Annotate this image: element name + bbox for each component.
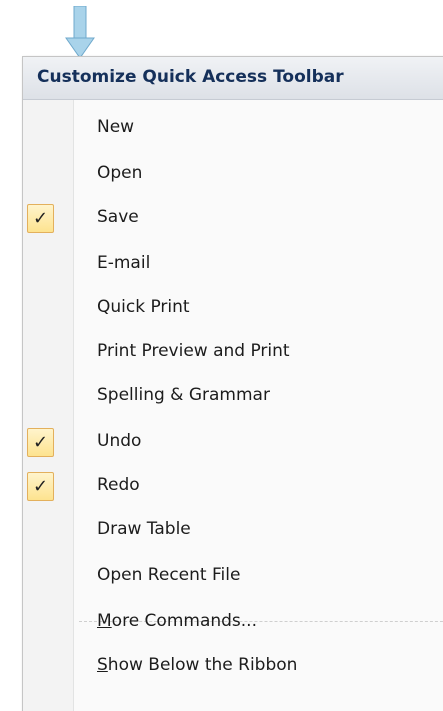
menu-item-label: Save <box>97 207 139 227</box>
mnemonic-letter: S <box>97 655 108 675</box>
menu-item-label-rest: how Below the Ribbon <box>107 655 298 675</box>
menu-item-label: Spelling & Grammar <box>97 385 270 405</box>
menu-item-print-preview[interactable]: Print Preview and Print <box>23 333 443 373</box>
menu-item-save[interactable]: ✓ Save <box>23 199 443 239</box>
screenshot-stage: Customize Quick Access Toolbar New Open … <box>0 0 443 711</box>
menu-item-label: Undo <box>97 431 142 451</box>
menu-item-undo[interactable]: ✓ Undo <box>23 423 443 463</box>
menu-item-label: Open <box>97 163 143 183</box>
menu-item-label: Draw Table <box>97 519 191 539</box>
menu-item-quick-print[interactable]: Quick Print <box>23 289 443 329</box>
menu-item-label: Show Below the Ribbon <box>97 655 297 675</box>
menu-item-label: Quick Print <box>97 297 190 317</box>
menu-item-redo[interactable]: ✓ Redo <box>23 467 443 507</box>
menu-item-label: Open Recent File <box>97 565 241 585</box>
menu-item-label: New <box>97 117 135 137</box>
menu-item-draw-table[interactable]: Draw Table <box>23 511 443 551</box>
menu-title: Customize Quick Access Toolbar <box>37 67 344 87</box>
customize-quick-access-toolbar-menu: Customize Quick Access Toolbar New Open … <box>22 56 443 711</box>
menu-item-new[interactable]: New <box>23 109 443 149</box>
menu-item-label: E-mail <box>97 253 151 273</box>
menu-item-show-below-ribbon[interactable]: Show Below the Ribbon <box>23 647 443 687</box>
menu-item-open-recent-file[interactable]: Open Recent File <box>23 557 443 597</box>
menu-item-email[interactable]: E-mail <box>23 245 443 285</box>
menu-item-label: Redo <box>97 475 140 495</box>
checkmark-icon: ✓ <box>27 204 54 233</box>
menu-item-spelling-grammar[interactable]: Spelling & Grammar <box>23 377 443 417</box>
menu-item-label-rest: ore Commands... <box>111 611 257 631</box>
menu-item-more-commands[interactable]: More Commands... <box>23 603 443 643</box>
mnemonic-letter: M <box>97 611 112 631</box>
checkmark-icon: ✓ <box>27 472 54 501</box>
menu-item-label: Print Preview and Print <box>97 341 290 361</box>
menu-header: Customize Quick Access Toolbar <box>23 57 443 100</box>
menu-item-label: More Commands... <box>97 611 257 631</box>
menu-item-open[interactable]: Open <box>23 155 443 195</box>
checkmark-icon: ✓ <box>27 428 54 457</box>
